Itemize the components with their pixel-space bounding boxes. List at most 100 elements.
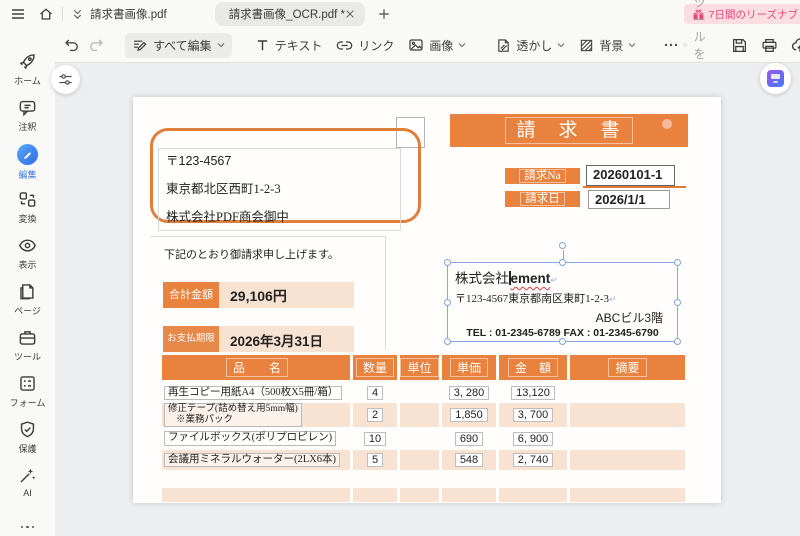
item-name-cell[interactable]: ファイルボックス(ポリプロピレン): [162, 429, 350, 448]
convert-icon: [19, 192, 36, 207]
toolbox-icon: [19, 331, 36, 345]
sidebar-item-label: 保護: [18, 444, 37, 454]
sidebar-item-convert[interactable]: 変換: [0, 190, 55, 236]
amount-cell[interactable]: 6, 900: [499, 429, 567, 448]
sidebar-item-label: 変換: [18, 214, 37, 224]
resize-handle-nw[interactable]: [444, 259, 451, 266]
note-cell[interactable]: [570, 450, 685, 470]
due-label-box[interactable]: お支払期限: [163, 326, 219, 352]
note-cell[interactable]: [570, 403, 685, 427]
recipient-postal[interactable]: 〒123-4567: [166, 150, 231, 169]
sender-tel[interactable]: TEL : 01-2345-6789 FAX : 01-2345-6790: [448, 327, 677, 339]
sidebar-more-icon[interactable]: [0, 525, 55, 528]
item-name-cell[interactable]: 会議用ミネラルウォーター(2LX6本): [162, 450, 350, 470]
unit-price-cell[interactable]: 548: [442, 450, 496, 470]
invoice-title-banner[interactable]: 請 求 書: [450, 114, 688, 147]
amount-cell[interactable]: 3, 700: [499, 403, 567, 427]
cloud-upload-icon[interactable]: [791, 36, 800, 54]
ai-assistant-button[interactable]: [760, 63, 791, 94]
header-note[interactable]: 摘要: [570, 355, 685, 380]
due-value[interactable]: 2026年3月31日: [230, 330, 323, 350]
sidebar-item-protect[interactable]: 保護: [0, 420, 55, 466]
sender-address-line[interactable]: 〒123-4567東京都南区東町1-2-3↵: [455, 290, 617, 306]
sender-building[interactable]: ABCビル3階: [596, 309, 663, 326]
sidebar-item-edit[interactable]: 編集: [0, 144, 55, 190]
rotate-handle[interactable]: [559, 242, 566, 249]
greeting-text[interactable]: 下記のとおり御請求申し上げます。: [164, 246, 339, 262]
resize-handle-sw[interactable]: [444, 338, 451, 345]
header-quantity[interactable]: 数量: [353, 355, 397, 380]
item-name-cell[interactable]: 修正テープ(詰め替え用5mm幅) ※業務パック: [162, 403, 350, 427]
invoice-date-value[interactable]: 2026/1/1: [588, 190, 670, 209]
collapse-tabs-icon[interactable]: [71, 8, 84, 21]
resize-handle-w[interactable]: [444, 299, 451, 306]
unit-cell[interactable]: [400, 429, 439, 448]
recipient-address[interactable]: 東京都北区西町1-2-3: [166, 178, 281, 197]
note-cell[interactable]: [570, 382, 685, 404]
chevron-down-icon: [458, 43, 466, 48]
total-label-box[interactable]: 合計金額: [163, 282, 219, 308]
chevron-down-icon: [629, 43, 636, 48]
quantity-cell[interactable]: 2: [353, 403, 397, 427]
sidebar-item-ai[interactable]: AI: [0, 466, 55, 512]
resize-handle-s[interactable]: [559, 338, 566, 345]
sidebar-item-tools[interactable]: ツール: [0, 328, 55, 374]
header-unit[interactable]: 単位: [400, 355, 439, 380]
amount-cell[interactable]: 2, 740: [499, 450, 567, 470]
chevron-down-icon: [217, 43, 225, 48]
print-icon[interactable]: [761, 37, 778, 54]
pages-icon: [20, 284, 34, 300]
redo-icon[interactable]: [84, 33, 109, 58]
menu-icon[interactable]: [10, 6, 26, 22]
resize-handle-n[interactable]: [559, 259, 566, 266]
image-icon: [409, 39, 423, 51]
save-icon[interactable]: [731, 37, 748, 54]
item-name-cell[interactable]: 再生コピー用紙A4（500枚X5冊/箱）: [162, 382, 350, 404]
unit-cell[interactable]: [400, 382, 439, 404]
edit-all-button[interactable]: すべて編集: [125, 32, 232, 58]
unit-price-cell[interactable]: 3, 280: [442, 382, 496, 404]
link-button[interactable]: リンク: [329, 33, 401, 58]
image-button[interactable]: 画像: [401, 33, 473, 58]
header-amount[interactable]: 金 額: [499, 355, 567, 380]
quantity-cell[interactable]: 5: [353, 450, 397, 470]
recipient-company[interactable]: 株式会社PDF商会御中: [166, 206, 289, 225]
unit-cell[interactable]: [400, 450, 439, 470]
unit-price-cell[interactable]: 690: [442, 429, 496, 448]
unit-cell[interactable]: [400, 403, 439, 427]
close-tab-icon[interactable]: [345, 9, 355, 19]
tab-invoice-image-ocr[interactable]: 請求書画像_OCR.pdf *: [214, 2, 365, 26]
note-cell[interactable]: [570, 429, 685, 448]
sidebar-item-page[interactable]: ページ: [0, 282, 55, 328]
home-icon[interactable]: [38, 6, 54, 22]
quantity-cell[interactable]: 4: [353, 382, 397, 404]
sender-company-line[interactable]: 株式会社 ement↵: [455, 267, 558, 287]
invoice-no-value[interactable]: 20260101-1: [586, 165, 675, 186]
total-value[interactable]: 29,106円: [230, 286, 287, 306]
watermark-button[interactable]: 透かし: [489, 33, 572, 58]
undo-icon[interactable]: [59, 33, 84, 58]
tab-invoice-image[interactable]: 請求書画像.pdf: [90, 6, 167, 22]
quantity-cell[interactable]: 10: [353, 429, 397, 448]
header-item-name[interactable]: 品 名: [162, 355, 350, 380]
resize-handle-se[interactable]: [674, 338, 681, 345]
sidebar-item-home[interactable]: ホーム: [0, 52, 55, 98]
invoice-no-label-box[interactable]: 請求Na: [505, 168, 580, 184]
new-tab-icon[interactable]: [377, 7, 391, 21]
sidebar-item-comment[interactable]: 注釈: [0, 98, 55, 144]
sidebar-item-form[interactable]: フォーム: [0, 374, 55, 420]
sender-text-edit-box[interactable]: 株式会社 ement↵ 〒123-4567東京都南区東町1-2-3↵ ABCビル3…: [444, 242, 681, 345]
amount-cell[interactable]: 13,120: [499, 382, 567, 404]
sidebar-item-view[interactable]: 表示: [0, 236, 55, 282]
resize-handle-ne[interactable]: [674, 259, 681, 266]
invoice-date-label-box[interactable]: 請求日: [505, 191, 580, 207]
background-button[interactable]: 背景: [572, 33, 643, 58]
tune-icon: [59, 74, 72, 85]
header-unit-price[interactable]: 単価: [442, 355, 496, 380]
text-button[interactable]: テキスト: [248, 33, 330, 58]
more-tools-icon[interactable]: [659, 33, 683, 57]
sidebar-item-label: 表示: [18, 260, 37, 270]
unit-price-cell[interactable]: 1,850: [442, 403, 496, 427]
resize-handle-e[interactable]: [674, 299, 681, 306]
view-settings-button[interactable]: [51, 65, 80, 94]
